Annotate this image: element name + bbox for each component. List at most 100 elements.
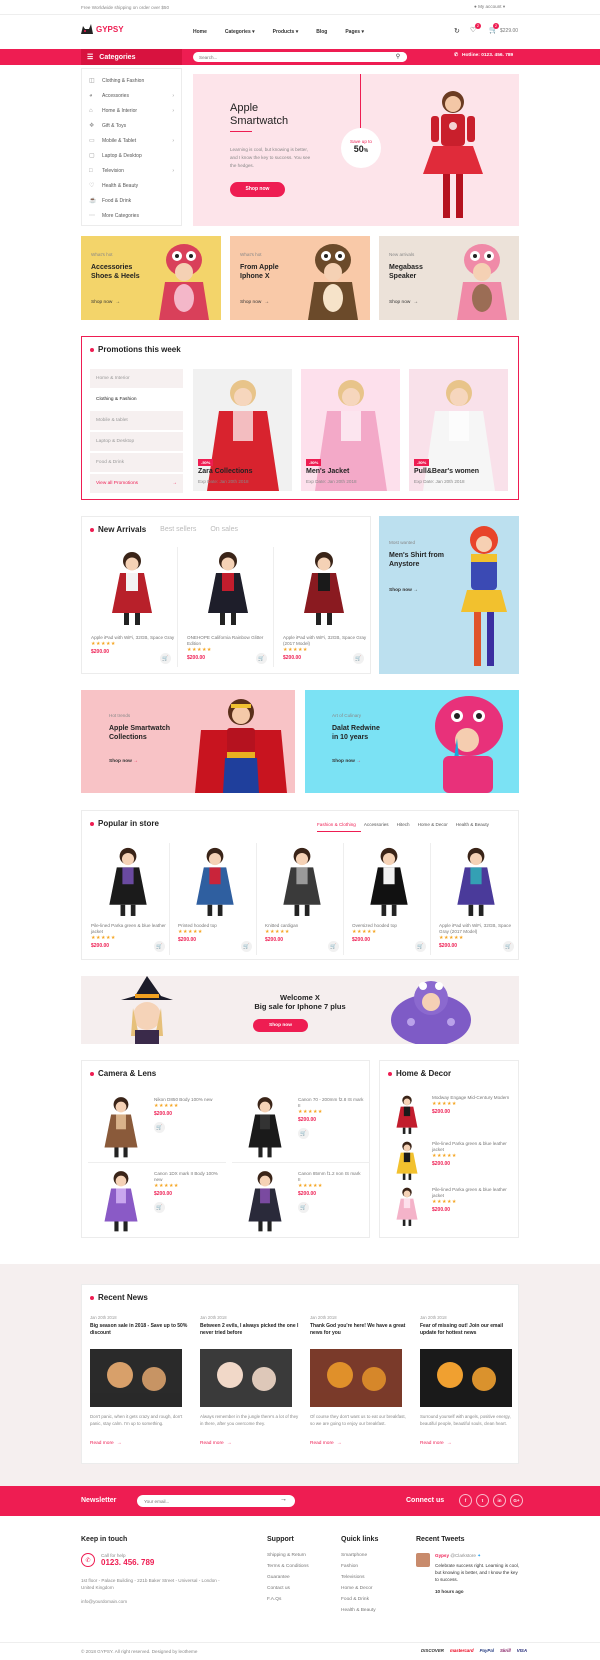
categories-toggle[interactable]: ☰ Categories bbox=[81, 49, 182, 65]
tweet-user[interactable]: Gypsy bbox=[435, 1553, 449, 1558]
news-image[interactable] bbox=[310, 1349, 402, 1407]
promotion-card[interactable]: -50% Pull&Bear's women Exp Date: Jan 20th … bbox=[409, 369, 508, 491]
product-name[interactable]: Canon 70 - 200mm f2.8 IS mark II bbox=[298, 1097, 364, 1109]
nav-products[interactable]: Products ▾ bbox=[273, 29, 299, 35]
sidebar-item[interactable]: ◕ Accessories › bbox=[82, 88, 181, 103]
promo-banner[interactable]: What's hot Accessories Shoes & Heels Shop n… bbox=[81, 236, 221, 320]
nav-home[interactable]: Home bbox=[193, 29, 207, 35]
product-image[interactable] bbox=[361, 843, 417, 918]
read-more-link[interactable]: Read more → bbox=[420, 1441, 520, 1446]
tab-on-sales[interactable]: On sales bbox=[210, 526, 238, 533]
product-name[interactable]: Apple iPad with WiFi, 32GB, Space Gray (… bbox=[283, 635, 367, 647]
promo-tab[interactable]: Mobile & tablet bbox=[90, 411, 183, 430]
read-more-link[interactable]: Read more → bbox=[90, 1441, 190, 1446]
product-card[interactable]: Apple iPad with WiFi, 32GB, Space Gray (… bbox=[280, 547, 370, 667]
tab-best-sellers[interactable]: Best sellers bbox=[160, 526, 196, 533]
product-card[interactable]: Printed hooded top ★★★★★ $200.00 🛒 bbox=[175, 843, 257, 955]
footer-link[interactable]: Contact us bbox=[267, 1586, 309, 1597]
promo-tab[interactable]: Laptop & Desktop bbox=[90, 432, 183, 451]
product-card[interactable]: Pile-lined Parka green & blue leather ja… bbox=[88, 843, 170, 955]
view-all-promotions[interactable]: View all Promotions → bbox=[90, 474, 183, 493]
wide-banner-link[interactable]: Shop now → bbox=[332, 759, 361, 764]
google-plus-icon[interactable]: G+ bbox=[510, 1494, 523, 1507]
product-card[interactable]: Modway Engage Mid-Century Modern ★★★★★ $20… bbox=[386, 1093, 514, 1137]
news-image[interactable] bbox=[90, 1349, 182, 1407]
promo-link[interactable]: Shop now → bbox=[91, 300, 120, 305]
product-card[interactable]: Pile-lined Parka green & blue leather ja… bbox=[386, 1185, 514, 1229]
search-icon[interactable]: ⚲ bbox=[389, 52, 407, 62]
add-to-cart-icon[interactable]: 🛒 bbox=[154, 1122, 165, 1133]
product-name[interactable]: Pile-lined Parka green & blue leather ja… bbox=[91, 923, 167, 935]
news-image[interactable] bbox=[420, 1349, 512, 1407]
sidebar-item[interactable]: ❖ Gift & Toys bbox=[82, 118, 181, 133]
compare-icon[interactable]: ↻ bbox=[454, 27, 460, 35]
footer-link[interactable]: Health & Beauty bbox=[341, 1608, 378, 1619]
product-card[interactable]: Apple iPad with WiFi, 32GB, Space Gray (… bbox=[436, 843, 518, 955]
sidebar-item[interactable]: ▢ Laptop & Desktop bbox=[82, 148, 181, 163]
promo-tab[interactable]: Clothing & Fashion bbox=[90, 390, 183, 409]
promo-banner[interactable]: What's hot From Apple Iphone X Shop now → bbox=[230, 236, 370, 320]
product-card[interactable]: Knitted cardigan ★★★★★ $200.00 🛒 bbox=[262, 843, 344, 955]
news-headline[interactable]: Between 2 evils, I always picked the one… bbox=[200, 1323, 300, 1345]
product-card[interactable]: Oversized hooded top ★★★★★ $200.00 🛒 bbox=[349, 843, 431, 955]
submit-arrow-icon[interactable]: → bbox=[280, 1496, 287, 1503]
promo-link[interactable]: Shop now → bbox=[240, 300, 269, 305]
product-image[interactable] bbox=[96, 1167, 146, 1233]
wide-banner-link[interactable]: Shop now → bbox=[109, 759, 138, 764]
sidebar-item[interactable]: ♡ Health & Beauty bbox=[82, 178, 181, 193]
side-banner-link[interactable]: Shop now → bbox=[389, 588, 418, 593]
sidebar-item[interactable]: □ Television › bbox=[82, 163, 181, 178]
product-card[interactable]: Apple iPad with WiFi, 32GB, Space Gray ★★… bbox=[88, 547, 178, 667]
product-image[interactable] bbox=[448, 843, 504, 918]
product-name[interactable]: Canon 1DX mark II Body 100% new bbox=[154, 1171, 220, 1183]
newsletter-email-input[interactable] bbox=[137, 1495, 267, 1507]
add-to-cart-icon[interactable]: 🛒 bbox=[353, 653, 364, 664]
product-card[interactable]: ONEHOPE California Rainbow Glitter Editi… bbox=[184, 547, 274, 667]
account-menu[interactable]: ● My account ▾ bbox=[474, 4, 505, 10]
sidebar-item[interactable]: ⋯ More Categories bbox=[82, 208, 181, 223]
add-to-cart-icon[interactable]: 🛒 bbox=[160, 653, 171, 664]
product-card[interactable]: Canon 70 - 200mm f2.8 IS mark II ★★★★★ $20… bbox=[232, 1093, 370, 1163]
sidebar-item[interactable]: ◫ Clothing & Fashion bbox=[82, 73, 181, 88]
news-image[interactable] bbox=[200, 1349, 292, 1407]
product-image[interactable] bbox=[390, 1185, 424, 1227]
product-image[interactable] bbox=[274, 843, 330, 918]
footer-link[interactable]: Shipping & Return bbox=[267, 1553, 309, 1564]
product-image[interactable] bbox=[196, 547, 260, 627]
product-image[interactable] bbox=[240, 1093, 290, 1159]
news-headline[interactable]: Thank God you're here! We have a great n… bbox=[310, 1323, 410, 1345]
promo-tab[interactable]: Home & Interior bbox=[90, 369, 183, 388]
sidebar-item[interactable]: ☕ Food & Drink bbox=[82, 193, 181, 208]
promotion-card[interactable]: -50% Men's Jacket Exp Date: Jan 20th 2018 bbox=[301, 369, 400, 491]
product-card[interactable]: Canon 1DX mark II Body 100% new ★★★★★ $200… bbox=[88, 1167, 226, 1237]
linkedin-icon[interactable]: in bbox=[493, 1494, 506, 1507]
footer-link[interactable]: Smartphone bbox=[341, 1553, 378, 1564]
tab-new-arrivals[interactable]: New Arrivals bbox=[90, 525, 146, 534]
nav-pages[interactable]: Pages ▾ bbox=[345, 29, 364, 35]
footer-link[interactable]: Home & Decor bbox=[341, 1586, 378, 1597]
product-image[interactable] bbox=[100, 547, 164, 627]
twitter-icon[interactable]: t bbox=[476, 1494, 489, 1507]
popular-tab[interactable]: Health & Beauty bbox=[456, 822, 489, 827]
promo-link[interactable]: Shop now → bbox=[389, 300, 418, 305]
search-input[interactable] bbox=[193, 52, 363, 62]
sidebar-item[interactable]: ▭ Mobile & Tablet › bbox=[82, 133, 181, 148]
cart-icon[interactable]: 🛒 2 bbox=[489, 23, 499, 34]
product-name[interactable]: ONEHOPE California Rainbow Glitter Editi… bbox=[187, 635, 271, 647]
footer-link[interactable]: Fashion bbox=[341, 1564, 378, 1575]
product-name[interactable]: Canon 85mm f1.2 non IS mark II bbox=[298, 1171, 364, 1183]
footer-email[interactable]: info@yourdomain.com bbox=[81, 1599, 231, 1604]
footer-phone[interactable]: 0123. 456. 789 bbox=[101, 1558, 154, 1567]
popular-tab[interactable]: Home & Decor bbox=[418, 822, 448, 827]
read-more-link[interactable]: Read more → bbox=[200, 1441, 300, 1446]
nav-categories[interactable]: Categories ▾ bbox=[225, 29, 255, 35]
add-to-cart-icon[interactable]: 🛒 bbox=[154, 1202, 165, 1213]
footer-link[interactable]: Food & Drink bbox=[341, 1597, 378, 1608]
footer-link[interactable]: Guarantee bbox=[267, 1575, 309, 1586]
promo-tab[interactable]: Food & Drink bbox=[90, 453, 183, 472]
read-more-link[interactable]: Read more → bbox=[310, 1441, 410, 1446]
add-to-cart-icon[interactable]: 🛒 bbox=[415, 941, 426, 952]
product-card[interactable]: Canon 85mm f1.2 non IS mark II ★★★★★ $200.… bbox=[232, 1167, 370, 1237]
product-name[interactable]: Pile-lined Parka green & blue leather ja… bbox=[432, 1141, 512, 1153]
product-image[interactable] bbox=[100, 843, 156, 918]
